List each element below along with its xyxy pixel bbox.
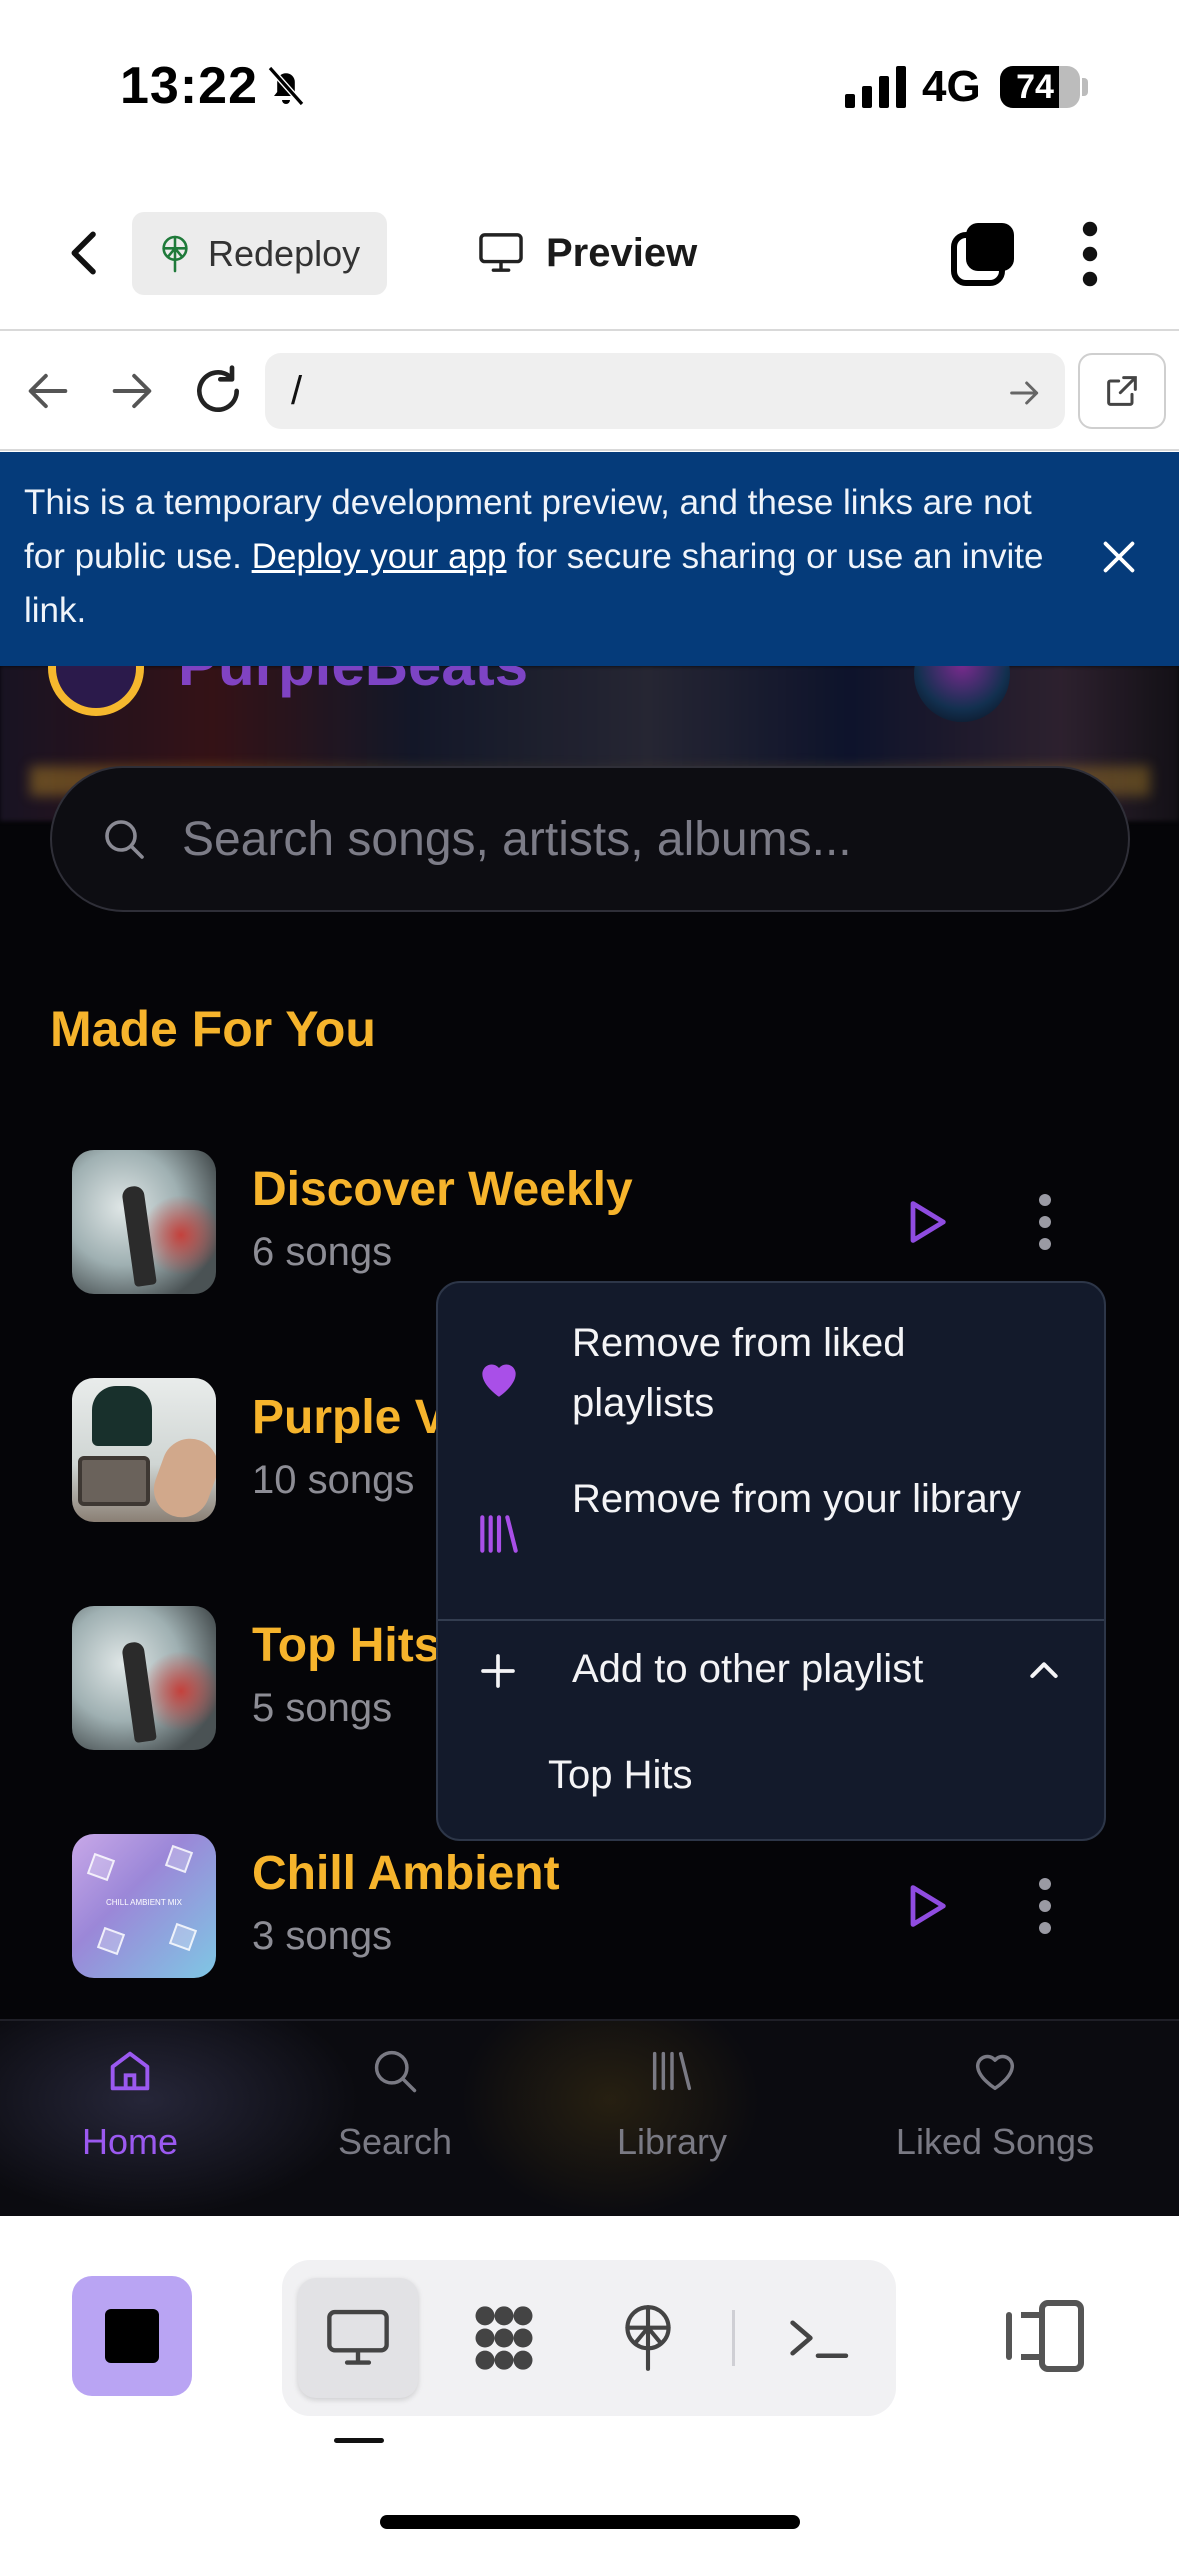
tab-search[interactable]: Search — [265, 2045, 525, 2205]
external-link-icon — [1107, 376, 1137, 406]
tool-group — [282, 2260, 896, 2416]
tool-separator — [732, 2310, 735, 2366]
network-type: 4G — [922, 62, 981, 111]
tab-label: Liked Songs — [895, 2121, 1095, 2162]
playlist-cover — [72, 1150, 216, 1294]
preview-tool-button[interactable] — [298, 2278, 418, 2398]
playlist-name: Discover Weekly — [252, 1163, 633, 1216]
play-icon[interactable] — [900, 1196, 952, 1248]
playlist-item[interactable]: Discover Weekly 6 songs — [72, 1150, 1112, 1294]
playlist-cover: CHILL AMBIENT MIX — [72, 1834, 216, 1978]
playlist-name: Chill Ambient — [252, 1847, 560, 1900]
song-search-input[interactable]: Search songs, artists, albums... — [50, 766, 1130, 912]
menu-item-label: Remove from your library — [572, 1477, 1022, 1521]
banner-text: This is a temporary development preview,… — [24, 476, 1074, 638]
battery-percent: 74 — [1016, 68, 1054, 106]
battery-tip — [1082, 78, 1088, 96]
bell-off-icon — [267, 66, 305, 106]
back-chevron-icon[interactable] — [58, 225, 114, 281]
preview-label: Preview — [546, 230, 698, 275]
agent-tool-button[interactable] — [444, 2278, 564, 2398]
monitor-icon — [327, 2309, 389, 2365]
search-icon — [374, 2050, 417, 2093]
more-options-icon[interactable] — [1030, 1874, 1060, 1938]
open-external-button[interactable] — [1078, 353, 1166, 429]
deploy-tool-button[interactable] — [588, 2278, 708, 2398]
agent-icon — [475, 2306, 533, 2370]
more-options-icon[interactable] — [1070, 221, 1110, 287]
home-icon — [110, 2051, 150, 2091]
playlist-song-count: 5 songs — [252, 1686, 393, 1730]
menu-item-remove-liked[interactable]: Remove from liked playlists — [438, 1313, 1104, 1453]
playlist-cover — [72, 1378, 216, 1522]
tab-liked-songs[interactable]: Liked Songs — [865, 2045, 1125, 2205]
brand-name: PurpleBeats — [178, 666, 528, 699]
menu-item-add-to-playlist[interactable]: Add to other playlist — [438, 1639, 1104, 1719]
deploy-tree-icon — [162, 235, 188, 272]
section-title: Made For You — [50, 1001, 376, 1057]
tab-label: Home — [81, 2121, 179, 2162]
deploy-tree-icon — [625, 2305, 671, 2371]
library-icon — [480, 1515, 518, 1553]
redeploy-label: Redeploy — [208, 232, 361, 274]
url-go-icon[interactable] — [1005, 373, 1045, 413]
heart-icon — [975, 2054, 1015, 2091]
plus-icon — [481, 1654, 515, 1688]
url-input[interactable] — [265, 353, 1065, 429]
tab-library[interactable]: Library — [542, 2045, 802, 2205]
play-icon[interactable] — [900, 1880, 952, 1932]
playlist-item[interactable]: CHILL AMBIENT MIX Chill Ambient 3 songs — [72, 1834, 1112, 1978]
more-options-icon[interactable] — [1030, 1190, 1060, 1254]
browser-forward-icon[interactable] — [106, 365, 158, 417]
browser-back-icon[interactable] — [22, 365, 74, 417]
tab-label: Library — [616, 2121, 728, 2162]
battery-icon: 74 — [1000, 66, 1080, 108]
selected-tool-indicator — [334, 2438, 384, 2443]
tab-label: Search — [337, 2121, 453, 2162]
redeploy-button[interactable]: Redeploy — [132, 212, 387, 295]
bottom-toolbar — [0, 2216, 1179, 2556]
layers-icon[interactable] — [950, 221, 1016, 287]
cover-text: CHILL AMBIENT MIX — [105, 1898, 183, 1907]
playlist-name: Top Hits — [252, 1619, 441, 1672]
status-time: 13:22 — [120, 57, 258, 115]
playlist-song-count: 10 songs — [252, 1458, 415, 1502]
menu-item-label: Add to other playlist — [572, 1647, 924, 1691]
menu-divider — [438, 1619, 1104, 1621]
playlist-cover — [72, 1606, 216, 1750]
browser-bar — [0, 333, 1179, 451]
stop-button[interactable] — [72, 2276, 192, 2396]
menu-item-label: Remove from liked playlists — [572, 1321, 906, 1425]
reload-icon[interactable] — [190, 363, 246, 419]
close-icon[interactable] — [1096, 534, 1142, 580]
playlist-song-count: 3 songs — [252, 1914, 393, 1958]
app-toolbar: Redeploy Preview — [0, 175, 1179, 331]
home-indicator[interactable] — [380, 2515, 800, 2529]
preview-tab[interactable]: Preview — [478, 221, 697, 285]
dev-preview-banner: This is a temporary development preview,… — [0, 452, 1179, 666]
signal-icon — [845, 66, 906, 108]
monitor-icon — [479, 233, 523, 272]
playlist-song-count: 6 songs — [252, 1230, 393, 1274]
status-bar: 13:22 4G 74 — [0, 0, 1179, 175]
stop-icon — [105, 2309, 159, 2363]
heart-icon — [482, 1364, 516, 1397]
music-app: PurpleBeats Search songs, artists, album… — [0, 666, 1179, 2216]
search-icon — [105, 820, 144, 859]
panels-icon[interactable] — [1000, 2296, 1090, 2376]
shell-tool-button[interactable] — [758, 2278, 878, 2398]
menu-item-remove-library[interactable]: Remove from your library — [438, 1469, 1104, 1609]
library-icon — [652, 2051, 692, 2091]
terminal-icon — [790, 2320, 849, 2359]
playlist-context-menu: Remove from liked playlists Remove from … — [436, 1281, 1106, 1841]
submenu-item-playlist[interactable]: Top Hits — [548, 1753, 693, 1798]
deploy-app-link[interactable]: Deploy your app — [252, 537, 507, 576]
bottom-nav: Home Search Library Liked Songs — [0, 2019, 1179, 2218]
chevron-up-icon[interactable] — [1024, 1651, 1064, 1691]
tab-home[interactable]: Home — [0, 2045, 260, 2205]
search-placeholder: Search songs, artists, albums... — [182, 812, 852, 866]
